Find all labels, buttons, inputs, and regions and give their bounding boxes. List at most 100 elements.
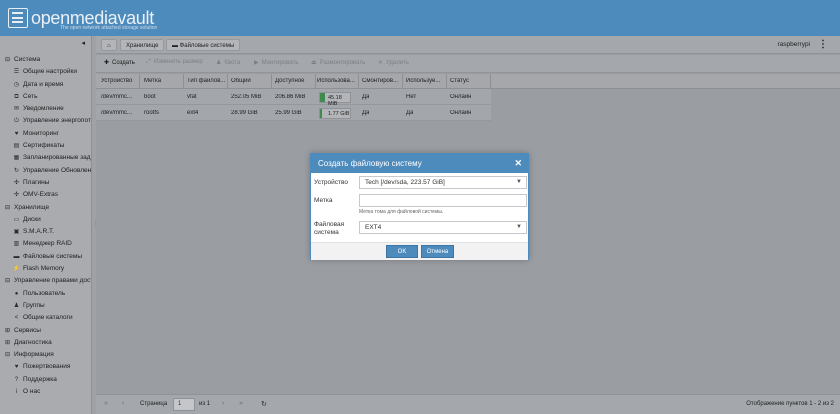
quota-label: Квота xyxy=(224,60,241,66)
mount-button[interactable]: ▶ Монтировать xyxy=(254,59,298,66)
column-divider xyxy=(271,74,272,89)
breadcrumb-bar: ⌂ Хранилище ▬ Файловые системы raspberry… xyxy=(96,36,840,54)
app-header: openmediavault The open network attached… xyxy=(0,0,840,36)
delete-button[interactable]: ✕ Удалить xyxy=(378,59,409,66)
column-header-referenced[interactable]: Используе... xyxy=(406,78,446,84)
sidebar-item-label: Группы xyxy=(23,301,45,309)
column-header-status[interactable]: Статус xyxy=(450,78,490,84)
unmount-button[interactable]: ⏏ Размонтировать xyxy=(311,59,365,66)
sidebar-item-1[interactable]: ☰ Общие настройки xyxy=(0,66,91,78)
sidebar-item-14[interactable]: ▣ S.M.A.R.T. xyxy=(0,226,91,238)
sidebar-item-27[interactable]: i О нас xyxy=(0,386,91,398)
sidebar-item-label: Хранилище xyxy=(14,203,50,211)
sidebar-item-label: Менеджер RAID xyxy=(23,240,72,248)
cell-total: 28.99 GiB xyxy=(231,110,258,116)
usage-bar-fill xyxy=(320,109,322,118)
sidebar-item-label: Управление правами досту xyxy=(14,277,91,285)
table-row[interactable]: /dev/mmc... boot vfat 252.05 MiB 206.86 … xyxy=(96,89,491,107)
page-label: Страница xyxy=(140,401,168,407)
device-select[interactable]: Tech [/dev/sda, 223.57 GiB] ▼ xyxy=(359,176,527,189)
chevron-left-icon[interactable]: ◂ xyxy=(81,39,85,47)
sidebar-item-11[interactable]: ✣ OMV-Extras xyxy=(0,189,91,201)
chevron-down-icon: ▼ xyxy=(516,224,522,230)
minus-square-icon: ⊟ xyxy=(4,204,11,211)
sidebar-item-7[interactable]: ▤ Сертификаты xyxy=(0,140,91,152)
sidebar-item-25[interactable]: ♥ Пожертвования xyxy=(0,361,91,373)
cell-label: boot xyxy=(144,94,156,100)
delete-label: Удалить xyxy=(386,60,409,66)
sidebar-item-15[interactable]: ▥ Менеджер RAID xyxy=(0,238,91,250)
sidebar-category-18[interactable]: ⊟ Управление правами досту xyxy=(0,275,91,287)
sidebar-item-17[interactable]: ⚡ Flash Memory xyxy=(0,263,91,275)
cell-label: rootfs xyxy=(144,110,160,116)
sidebar-item-8[interactable]: ▦ Запланированные зада xyxy=(0,152,91,164)
column-header-used[interactable]: Использова... xyxy=(317,78,358,84)
sidebar-item-10[interactable]: ✣ Плагины xyxy=(0,177,91,189)
close-icon[interactable]: ✕ xyxy=(514,158,522,169)
puzzle-icon: ✣ xyxy=(13,192,20,199)
power-icon: ⏻ xyxy=(14,118,19,125)
sidebar-item-6[interactable]: ♥ Мониторинг xyxy=(0,128,91,140)
sidebar-item-20[interactable]: ♟ Группы xyxy=(0,300,91,312)
last-page-icon[interactable]: » xyxy=(239,400,243,407)
sidebar-item-4[interactable]: ✉ Уведомление xyxy=(0,103,91,115)
quota-button[interactable]: ♟ Квота xyxy=(216,59,240,66)
sidebar-item-21[interactable]: < Общие каталоги xyxy=(0,312,91,324)
sidebar-category-22[interactable]: ⊞ Сервисы xyxy=(0,325,91,337)
sidebar-item-26[interactable]: ? Поддержка xyxy=(0,374,91,386)
page-number-input[interactable]: 1 xyxy=(173,398,195,411)
help-icon: ? xyxy=(14,376,19,383)
sidebar-item-16[interactable]: ▬ Файловые системы xyxy=(0,251,91,263)
first-page-icon[interactable]: « xyxy=(104,400,108,407)
column-header-type[interactable]: Тип файлов... xyxy=(187,78,226,84)
sidebar-category-24[interactable]: ⊟ Информация xyxy=(0,349,91,361)
create-button[interactable]: ✚ Создать xyxy=(104,59,135,66)
cell-status: Онлайн xyxy=(450,110,472,116)
paging-toolbar: « ‹ Страница 1 из 1 › » ↻ Отображение пу… xyxy=(96,394,840,414)
next-page-icon[interactable]: › xyxy=(222,400,224,407)
resize-button[interactable]: ⤢ Изменить размер xyxy=(146,59,203,66)
breadcrumb-home[interactable]: ⌂ xyxy=(101,39,117,51)
sidebar-category-12[interactable]: ⊟ Хранилище xyxy=(0,202,91,214)
column-divider xyxy=(358,74,359,89)
sidebar-item-3[interactable]: ⧉ Сеть xyxy=(0,91,91,103)
breadcrumb-item-filesystems[interactable]: ▬ Файловые системы xyxy=(166,39,241,51)
plus-square-icon: ⊞ xyxy=(4,327,11,334)
sidebar-category-0[interactable]: ⊟ Система xyxy=(0,54,91,66)
column-header-available[interactable]: Доступное xyxy=(275,78,315,84)
refresh-icon[interactable]: ↻ xyxy=(261,400,267,408)
column-header-total[interactable]: Общий xyxy=(231,78,271,84)
bolt-icon: ⚡ xyxy=(12,266,21,273)
openmediavault-logo-icon xyxy=(8,8,28,28)
kebab-menu-icon[interactable]: ⋮ xyxy=(818,39,828,50)
sidebar-item-13[interactable]: ▭ Диски xyxy=(0,214,91,226)
sidebar-item-label: Мониторинг xyxy=(23,129,60,137)
filesystem-label-line: система xyxy=(314,229,339,236)
create-label: Создать xyxy=(112,60,135,66)
home-icon: ⌂ xyxy=(107,43,111,49)
filesystem-label-line: Файловая xyxy=(314,221,345,228)
column-header-device[interactable]: Устройство xyxy=(101,78,139,84)
sidebar-item-label: Общие каталоги xyxy=(23,314,73,322)
sidebar-item-label: Пожертвования xyxy=(23,363,71,371)
sidebar-item-2[interactable]: ◷ Дата и время xyxy=(0,79,91,91)
prev-page-icon[interactable]: ‹ xyxy=(122,400,124,407)
sidebar-item-label: Сервисы xyxy=(14,326,41,334)
sidebar-item-19[interactable]: ● Пользователь xyxy=(0,288,91,300)
column-header-mounted[interactable]: Смонтиров... xyxy=(362,78,402,84)
user-name[interactable]: raspberrypi xyxy=(777,41,810,48)
sidebar-item-9[interactable]: ↻ Управление Обновлени xyxy=(0,165,91,177)
breadcrumb-item-storage[interactable]: Хранилище xyxy=(120,39,165,51)
grid-header: Устройство Метка Тип файлов... Общий Дос… xyxy=(96,74,840,89)
breadcrumb-item-label: Файловые системы xyxy=(179,43,235,49)
sidebar-item-label: Запланированные зада xyxy=(23,154,91,162)
dialog-title: Создать файловую систему xyxy=(318,159,422,168)
table-row[interactable]: /dev/mmc... rootfs ext4 28.99 GiB 25.99 … xyxy=(96,105,491,121)
ok-button[interactable]: OK xyxy=(386,245,418,258)
cancel-button[interactable]: Отмена xyxy=(421,245,454,258)
sidebar-item-5[interactable]: ⏻ Управление энергопотр xyxy=(0,115,91,127)
column-header-label[interactable]: Метка xyxy=(144,78,182,84)
filesystem-select[interactable]: EXT4 ▼ xyxy=(359,221,527,234)
sidebar-category-23[interactable]: ⊞ Диагностика xyxy=(0,337,91,349)
label-input[interactable] xyxy=(359,194,527,207)
